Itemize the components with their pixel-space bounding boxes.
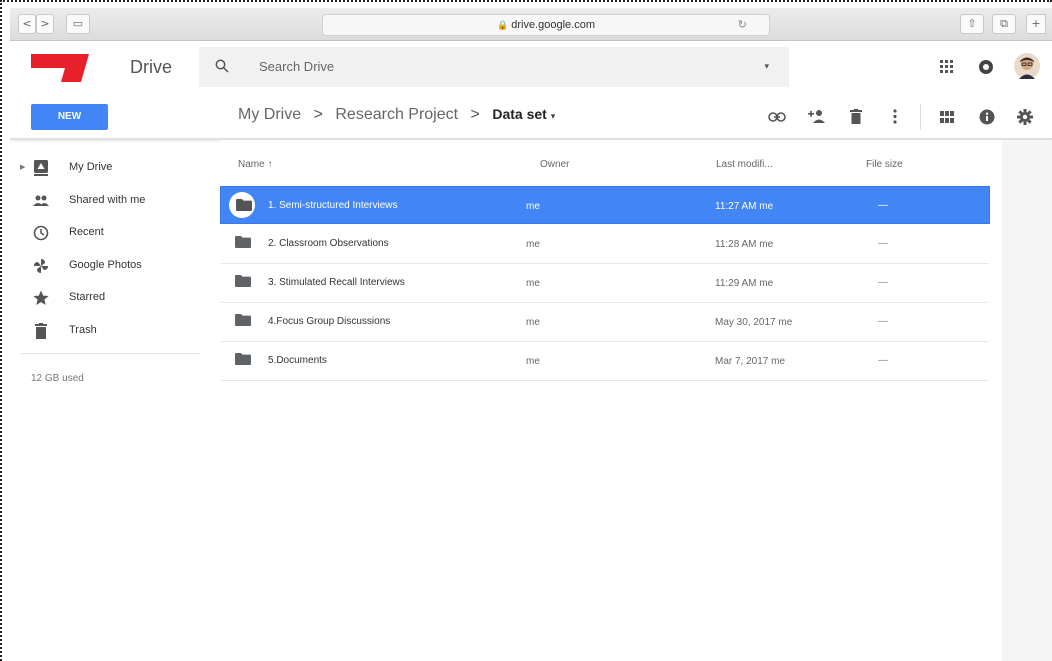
sidebar-item-recent[interactable]: Recent bbox=[20, 221, 200, 245]
frame-top-border bbox=[0, 0, 1052, 2]
file-name[interactable]: 2. Classroom Observations bbox=[268, 238, 389, 249]
grid-view-icon[interactable] bbox=[940, 111, 954, 123]
avatar[interactable] bbox=[1014, 53, 1040, 79]
sidebar-item-google-photos[interactable]: Google Photos bbox=[20, 254, 200, 278]
file-name[interactable]: 1. Semi-structured Interviews bbox=[268, 200, 398, 211]
sidebar-item-my-drive[interactable]: ▶ My Drive bbox=[20, 156, 200, 180]
more-options-icon[interactable] bbox=[893, 109, 897, 124]
url-text: drive.google.com bbox=[511, 19, 595, 31]
app-title: Drive bbox=[130, 57, 173, 77]
folder-icon bbox=[236, 199, 252, 211]
breadcrumb: My Drive > Research Project > Data set ▾ bbox=[238, 106, 555, 124]
forward-button[interactable]: > bbox=[36, 14, 54, 34]
breadcrumb-current-folder[interactable]: Data set bbox=[492, 106, 546, 122]
sidebar-item-trash[interactable]: Trash bbox=[20, 319, 200, 343]
file-name[interactable]: 5.Documents bbox=[268, 355, 327, 366]
sidebar-item-label: Recent bbox=[69, 226, 104, 238]
tabs-overview-button[interactable]: ⧉ bbox=[992, 14, 1016, 34]
apps-grid-icon[interactable] bbox=[940, 60, 954, 74]
trash-icon bbox=[35, 323, 47, 339]
folder-icon bbox=[235, 236, 251, 248]
expand-caret-icon[interactable]: ▶ bbox=[20, 163, 25, 171]
file-size: — bbox=[878, 200, 888, 211]
file-last-modified: Mar 7, 2017 me bbox=[715, 356, 786, 367]
file-last-modified: 11:28 AM me bbox=[715, 239, 774, 250]
back-button[interactable]: < bbox=[18, 14, 36, 34]
search-options-icon[interactable]: ▾ bbox=[764, 61, 769, 72]
column-header-file-size[interactable]: File size bbox=[866, 159, 903, 170]
file-size: — bbox=[878, 355, 888, 366]
column-header-name[interactable]: Name ↑ bbox=[238, 159, 272, 170]
drive-icon bbox=[34, 160, 48, 176]
sidebar-divider bbox=[20, 353, 200, 354]
file-size: — bbox=[878, 238, 888, 249]
sidebar-item-label: My Drive bbox=[69, 161, 113, 173]
share-button[interactable]: ⇧ bbox=[960, 14, 984, 34]
share-person-icon[interactable] bbox=[808, 109, 826, 123]
column-header-last-modified[interactable]: Last modifi... bbox=[716, 159, 773, 170]
table-row[interactable]: 1. Semi-structured Interviews me 11:27 A… bbox=[220, 186, 990, 224]
table-row[interactable]: 2. Classroom Observations me 11:28 AM me… bbox=[221, 225, 989, 264]
column-header-owner[interactable]: Owner bbox=[540, 159, 569, 170]
sidebar-item-label: Trash bbox=[69, 324, 97, 336]
lock-icon: 🔒 bbox=[497, 20, 509, 30]
details-gutter bbox=[1002, 140, 1052, 661]
folder-icon bbox=[235, 275, 251, 287]
table-row[interactable]: 4.Focus Group Discussions me May 30, 201… bbox=[221, 303, 989, 342]
table-row[interactable]: 5.Documents me Mar 7, 2017 me — bbox=[221, 342, 989, 381]
pinwheel-icon bbox=[34, 259, 48, 273]
trash-icon[interactable] bbox=[850, 109, 862, 124]
storage-usage: 12 GB used bbox=[31, 373, 84, 384]
table-row[interactable]: 3. Stimulated Recall Interviews me 11:29… bbox=[221, 264, 989, 303]
search-input[interactable]: Search Drive bbox=[259, 59, 334, 74]
sidebar-item-label: Google Photos bbox=[69, 259, 142, 271]
info-icon[interactable] bbox=[979, 109, 995, 125]
sidebar-item-shared-with-me[interactable]: Shared with me bbox=[20, 189, 200, 213]
file-size: — bbox=[878, 316, 888, 327]
reload-icon[interactable]: ↻ bbox=[738, 15, 747, 35]
breadcrumb-separator: > bbox=[470, 106, 480, 123]
sidebar-item-starred[interactable]: Starred bbox=[20, 286, 200, 310]
settings-gear-icon[interactable] bbox=[1017, 109, 1033, 125]
frame-left-border bbox=[0, 0, 2, 661]
file-owner: me bbox=[526, 239, 540, 250]
folder-icon bbox=[235, 353, 251, 365]
breadcrumb-my-drive[interactable]: My Drive bbox=[238, 106, 301, 123]
browser-toolbar: < > ▭ 🔒 drive.google.com ↻ ⇧ ⧉ + bbox=[10, 8, 1052, 41]
file-last-modified: May 30, 2017 me bbox=[715, 317, 793, 328]
file-size: — bbox=[878, 277, 888, 288]
file-owner: me bbox=[526, 201, 540, 212]
folder-menu-caret-icon[interactable]: ▾ bbox=[551, 111, 556, 121]
breadcrumb-research-project[interactable]: Research Project bbox=[335, 106, 458, 123]
notifications-icon[interactable] bbox=[978, 59, 994, 75]
file-owner: me bbox=[526, 317, 540, 328]
breadcrumb-separator: > bbox=[313, 106, 323, 123]
new-button[interactable]: NEW bbox=[31, 104, 108, 130]
clock-icon bbox=[33, 225, 49, 241]
star-icon bbox=[33, 290, 49, 305]
new-tab-button[interactable]: + bbox=[1026, 14, 1046, 34]
file-name[interactable]: 3. Stimulated Recall Interviews bbox=[268, 277, 405, 288]
file-owner: me bbox=[526, 356, 540, 367]
file-last-modified: 11:29 AM me bbox=[715, 278, 774, 289]
link-icon[interactable] bbox=[768, 112, 786, 122]
people-icon bbox=[33, 195, 49, 206]
file-name[interactable]: 4.Focus Group Discussions bbox=[268, 316, 390, 327]
sidebar-item-label: Shared with me bbox=[69, 194, 146, 206]
toolbar-divider bbox=[920, 104, 921, 130]
folder-icon bbox=[235, 314, 251, 326]
company-logo-icon[interactable] bbox=[31, 52, 91, 82]
sidebar-toggle-button[interactable]: ▭ bbox=[66, 14, 90, 34]
file-owner: me bbox=[526, 278, 540, 289]
search-box[interactable]: Search Drive ▾ bbox=[199, 47, 789, 87]
search-icon[interactable] bbox=[215, 59, 229, 73]
address-bar[interactable]: 🔒 drive.google.com ↻ bbox=[322, 14, 770, 36]
file-last-modified: 11:27 AM me bbox=[715, 201, 774, 212]
sidebar-item-label: Starred bbox=[69, 291, 106, 303]
